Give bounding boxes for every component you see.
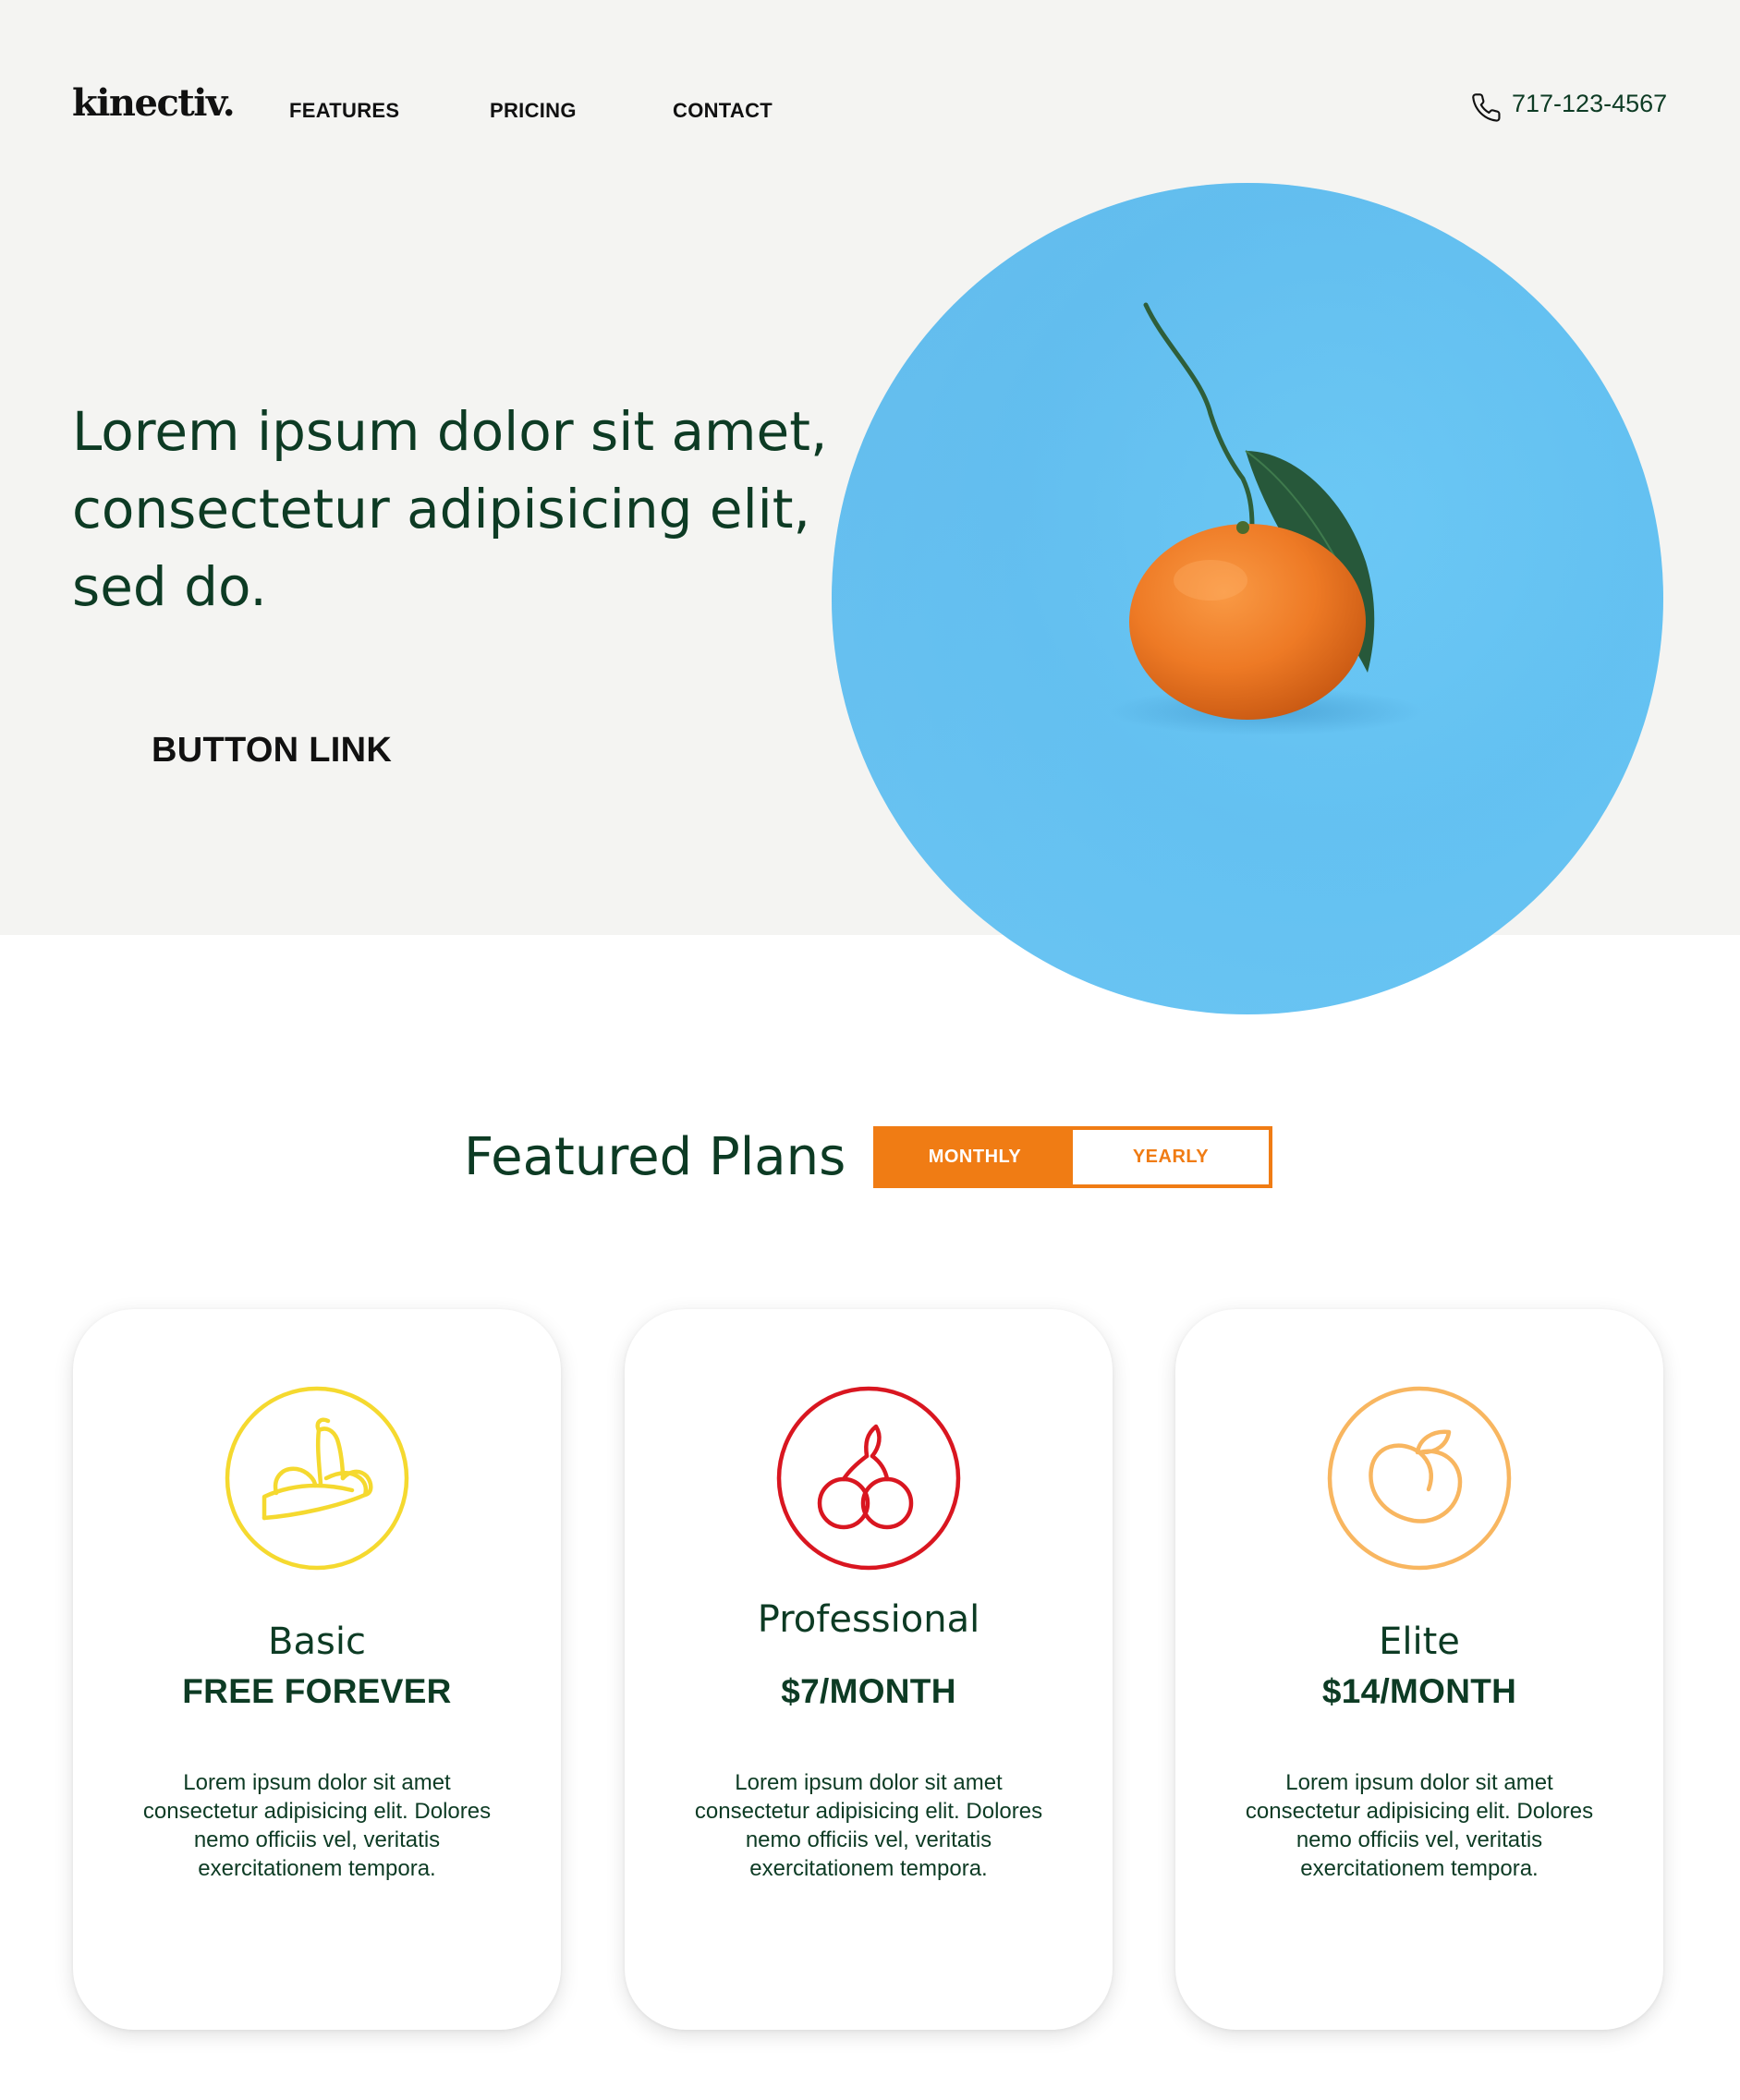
plan-card-elite: Elite $14/MONTH Lorem ipsum dolor sit am… bbox=[1175, 1309, 1663, 2030]
phone-icon bbox=[1471, 92, 1503, 124]
phone-link[interactable]: 717-123-4567 bbox=[1471, 83, 1667, 124]
plan-card-professional: Professional $7/MONTH Lorem ipsum dolor … bbox=[625, 1309, 1113, 2030]
plan-name-basic: Basic bbox=[268, 1621, 366, 1663]
plan-price-professional: $7/MONTH bbox=[781, 1672, 956, 1710]
banana-icon bbox=[225, 1386, 409, 1571]
plan-description-professional: Lorem ipsum dolor sit amet consectetur a… bbox=[694, 1770, 1043, 1881]
toggle-monthly[interactable]: MONTHLY bbox=[877, 1130, 1073, 1184]
plan-name-professional: Professional bbox=[757, 1598, 980, 1641]
plan-description-elite: Lorem ipsum dolor sit amet consectetur a… bbox=[1245, 1770, 1594, 1881]
plan-card-basic: Basic FREE FOREVER Lorem ipsum dolor sit… bbox=[73, 1309, 561, 2030]
plan-price-elite: $14/MONTH bbox=[1321, 1672, 1517, 1710]
plan-name-elite: Elite bbox=[1379, 1621, 1460, 1663]
nav-link-features[interactable]: FEATURES bbox=[289, 98, 399, 124]
plan-description-basic: Lorem ipsum dolor sit amet consectetur a… bbox=[142, 1770, 492, 1881]
featured-plans-title: Featured Plans bbox=[464, 1127, 846, 1187]
brand-logo[interactable]: kinectiv. bbox=[72, 81, 236, 126]
billing-toggle: MONTHLY YEARLY bbox=[873, 1126, 1272, 1188]
nav-link-pricing[interactable]: PRICING bbox=[490, 98, 577, 124]
toggle-yearly[interactable]: YEARLY bbox=[1073, 1130, 1269, 1184]
peach-icon bbox=[1327, 1386, 1512, 1571]
plan-price-basic: FREE FOREVER bbox=[182, 1672, 452, 1710]
cherries-icon bbox=[776, 1386, 961, 1571]
hero-button-link[interactable]: BUTTON LINK bbox=[152, 728, 392, 772]
phone-number: 717-123-4567 bbox=[1512, 89, 1668, 117]
hero-image bbox=[832, 183, 1663, 1014]
hero-headline: Lorem ipsum dolor sit amet, consectetur … bbox=[72, 400, 828, 618]
nav-link-contact[interactable]: CONTACT bbox=[673, 98, 773, 124]
